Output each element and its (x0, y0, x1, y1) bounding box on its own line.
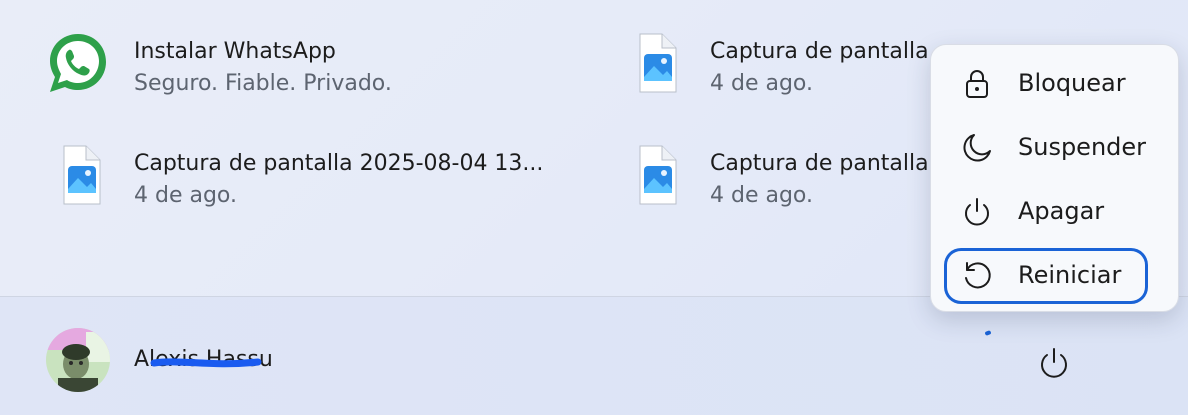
menu-item-sleep[interactable]: Suspender (947, 123, 1147, 173)
recommended-item-title: Captura de pantalla 2025-08-04 13 (710, 39, 932, 64)
recommended-item-subtitle: Seguro. Fiable. Privado. (134, 71, 392, 96)
image-file-icon (622, 31, 686, 95)
avatar[interactable] (46, 328, 110, 392)
recommended-item-screenshot[interactable]: Captura de pantalla 2025-08-04 13 4 de a… (622, 31, 932, 111)
menu-item-shutdown[interactable]: Apagar (947, 187, 1145, 237)
recommended-item-title: Instalar WhatsApp (134, 39, 336, 64)
restart-icon (961, 260, 993, 292)
menu-item-label: Suspender (1018, 133, 1147, 161)
image-file-icon (46, 143, 110, 207)
recommended-item-subtitle: 4 de ago. (710, 71, 813, 96)
whatsapp-icon (46, 31, 110, 95)
recommended-item-title: Captura de pantalla 2 (710, 151, 932, 176)
lock-icon (961, 68, 993, 100)
start-footer: Alexis Hassu (0, 296, 1188, 415)
recommended-item-title: Captura de pantalla 2025-08-04 13... (134, 151, 544, 176)
recommended-item-screenshot[interactable]: Captura de pantalla 2 4 de ago. (622, 143, 932, 223)
power-button[interactable] (1030, 339, 1078, 387)
recommended-item-subtitle: 4 de ago. (710, 183, 813, 208)
power-icon (1041, 348, 1067, 378)
menu-item-label: Bloquear (1018, 69, 1126, 97)
menu-item-restart[interactable]: Reiniciar (947, 251, 1145, 301)
menu-item-label: Apagar (1018, 197, 1105, 225)
recommended-item-subtitle: 4 de ago. (134, 183, 237, 208)
power-icon (961, 196, 993, 228)
image-file-icon (622, 143, 686, 207)
recommended-item-screenshot[interactable]: Captura de pantalla 2025-08-04 13... 4 d… (46, 143, 546, 223)
power-menu: Bloquear Suspender Apagar Reiniciar (930, 44, 1179, 312)
redaction-scribble (150, 358, 262, 368)
recommended-item-whatsapp[interactable]: Instalar WhatsApp Seguro. Fiable. Privad… (46, 31, 466, 111)
menu-item-lock[interactable]: Bloquear (947, 59, 1145, 109)
menu-item-label: Reiniciar (1018, 261, 1122, 289)
moon-icon (961, 132, 993, 164)
